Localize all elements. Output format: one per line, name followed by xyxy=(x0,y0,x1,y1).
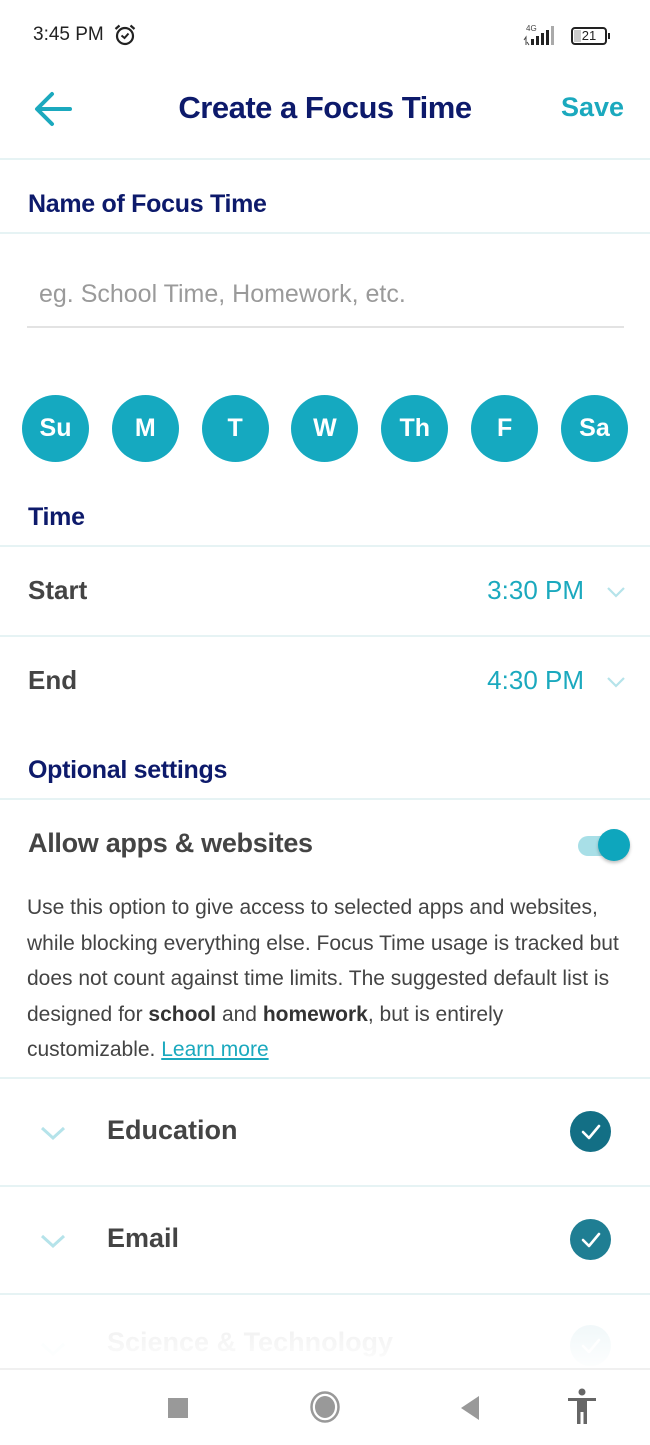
day-tuesday[interactable]: T xyxy=(201,395,269,462)
allow-apps-description: Use this option to give access to select… xyxy=(27,890,627,1068)
checkmark-icon xyxy=(581,1338,600,1353)
category-checkbox[interactable] xyxy=(570,1111,611,1152)
home-circle-icon[interactable] xyxy=(309,1390,341,1424)
chevron-down-icon[interactable] xyxy=(40,1341,66,1357)
start-time-value[interactable]: 3:30 PM xyxy=(487,575,584,606)
name-section-title: Name of Focus Time xyxy=(28,190,267,218)
chevron-down-icon xyxy=(607,677,625,688)
learn-more-link[interactable]: Learn more xyxy=(161,1038,268,1061)
day-selector: Su M T W Th F Sa xyxy=(22,395,628,463)
status-bar: 3:45 PM 4G 21 xyxy=(0,0,650,70)
description-bold-school: school xyxy=(148,1002,217,1026)
category-label: Science & Technology xyxy=(107,1327,394,1357)
divider xyxy=(0,798,650,800)
back-triangle-icon[interactable] xyxy=(459,1394,481,1422)
end-time-row[interactable]: End 4:30 PM xyxy=(0,637,650,725)
alarm-clock-icon xyxy=(114,24,136,46)
category-label: Email xyxy=(107,1223,180,1253)
focus-time-name-input[interactable] xyxy=(27,262,624,328)
toggle-thumb xyxy=(598,829,630,861)
description-bold-homework: homework xyxy=(262,1002,368,1026)
battery-indicator: 21 xyxy=(571,27,610,45)
system-nav-bar xyxy=(0,1368,650,1445)
allow-apps-toggle[interactable] xyxy=(578,828,632,862)
day-saturday[interactable]: Sa xyxy=(560,395,628,462)
checkmark-icon xyxy=(581,1124,600,1139)
day-wednesday[interactable]: W xyxy=(291,395,359,462)
accessibility-icon[interactable] xyxy=(566,1388,598,1426)
day-monday[interactable]: M xyxy=(111,395,179,462)
start-time-row[interactable]: Start 3:30 PM xyxy=(0,547,650,635)
checkmark-icon xyxy=(581,1232,600,1247)
chevron-down-icon[interactable] xyxy=(40,1125,66,1141)
category-row-education[interactable]: Education xyxy=(0,1079,650,1185)
category-checkbox[interactable] xyxy=(570,1325,611,1366)
end-time-value[interactable]: 4:30 PM xyxy=(487,665,584,696)
day-thursday[interactable]: Th xyxy=(381,395,449,462)
time-section-title: Time xyxy=(28,503,85,531)
chevron-down-icon xyxy=(607,587,625,598)
signal-icon: 4G xyxy=(523,24,554,46)
battery-level xyxy=(574,30,581,42)
chevron-down-icon[interactable] xyxy=(40,1233,66,1249)
end-label: End xyxy=(28,665,78,695)
app-bar: Create a Focus Time Save xyxy=(0,70,650,160)
optional-settings-title: Optional settings xyxy=(28,756,228,784)
day-friday[interactable]: F xyxy=(471,395,539,462)
page-title: Create a Focus Time xyxy=(178,90,472,125)
category-label: Education xyxy=(107,1115,238,1145)
description-text: and xyxy=(216,1002,263,1026)
start-label: Start xyxy=(28,575,88,605)
divider xyxy=(0,232,650,234)
allow-apps-label: Allow apps & websites xyxy=(28,828,313,858)
network-label: 4G xyxy=(526,24,537,33)
status-time: 3:45 PM xyxy=(33,24,104,45)
category-checkbox[interactable] xyxy=(570,1219,611,1260)
category-row-email[interactable]: Email xyxy=(0,1187,650,1293)
recents-square-icon[interactable] xyxy=(167,1397,189,1419)
day-sunday[interactable]: Su xyxy=(22,395,89,462)
battery-percent: 21 xyxy=(581,28,597,43)
save-button[interactable]: Save xyxy=(561,92,624,123)
